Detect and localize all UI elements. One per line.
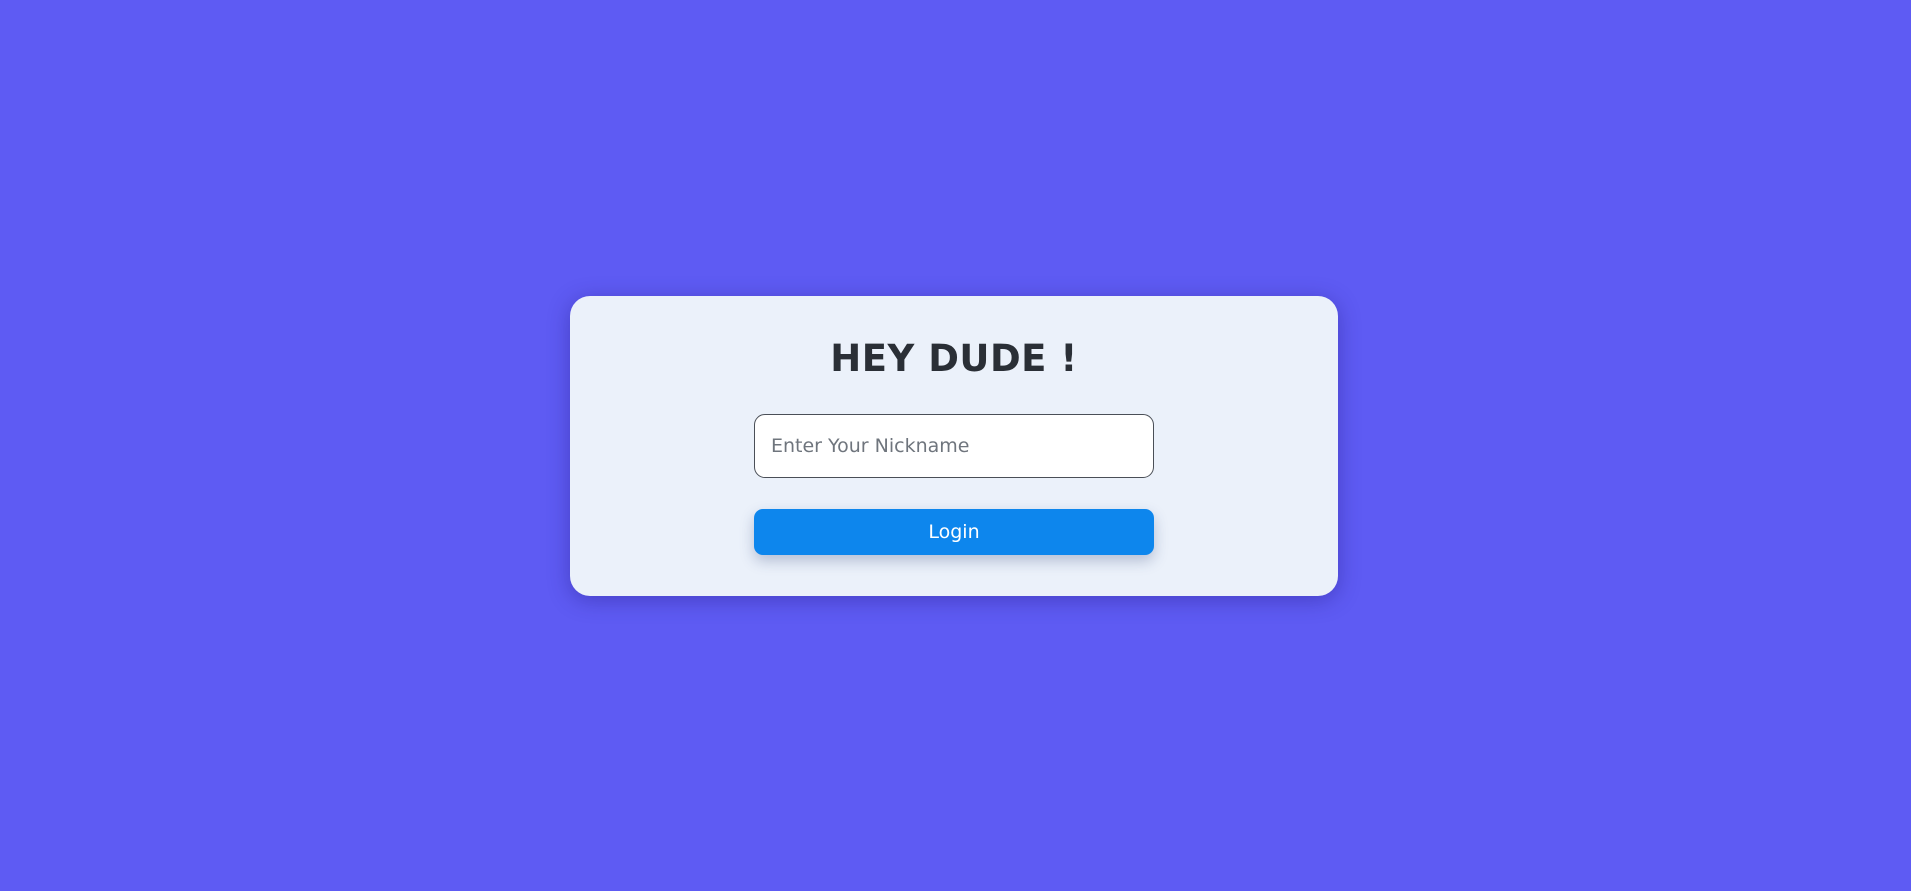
nickname-input[interactable] bbox=[754, 414, 1154, 478]
login-card: HEY DUDE ! Login bbox=[570, 296, 1338, 596]
login-title: HEY DUDE ! bbox=[830, 337, 1078, 380]
login-button[interactable]: Login bbox=[754, 509, 1154, 555]
page-background: { "login_card": { "title": "HEY DUDE !",… bbox=[0, 0, 1911, 891]
